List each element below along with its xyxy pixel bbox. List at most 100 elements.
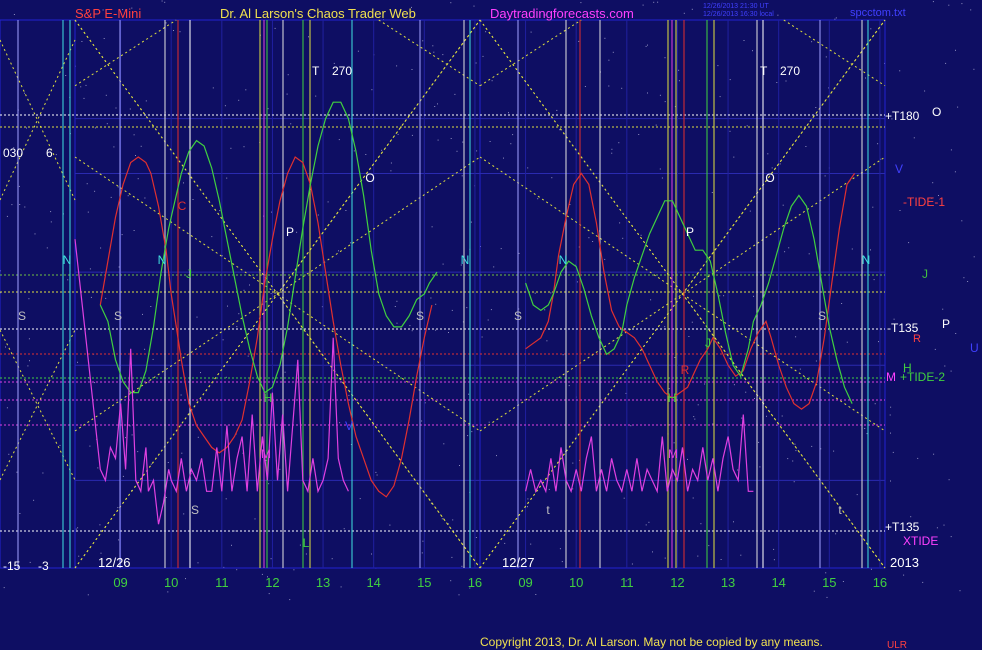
star: [6, 407, 8, 409]
star: [787, 458, 789, 460]
star: [889, 414, 891, 416]
star: [345, 210, 347, 211]
x-tick-label: 15: [822, 575, 836, 590]
star: [421, 420, 423, 422]
star: [115, 107, 117, 109]
star: [674, 357, 676, 358]
star: [481, 336, 483, 338]
star: [645, 524, 647, 526]
star: [80, 86, 82, 88]
star: [432, 45, 434, 47]
star: [773, 559, 775, 561]
date-label-1: 12/26: [98, 555, 131, 570]
star: [340, 586, 342, 588]
star: [527, 506, 528, 508]
star: [917, 457, 919, 459]
letter-marker: S: [818, 309, 826, 323]
star: [950, 536, 952, 538]
star: [152, 358, 154, 360]
star: [621, 87, 623, 89]
letter-marker: S: [18, 309, 26, 323]
star: [805, 146, 807, 147]
star: [448, 332, 449, 333]
star: [653, 1, 655, 3]
star: [261, 573, 263, 575]
star: [122, 475, 124, 477]
star: [815, 360, 817, 362]
left-label-6: 6: [46, 146, 53, 160]
star: [443, 443, 445, 445]
star: [100, 247, 102, 249]
star: [733, 384, 735, 386]
x-tick-label: 12: [265, 575, 279, 590]
star: [299, 544, 301, 546]
star: [711, 192, 713, 193]
star: [376, 474, 378, 476]
star: [496, 455, 497, 457]
star: [870, 568, 872, 570]
star: [691, 8, 693, 10]
label-r: R: [913, 333, 921, 345]
letter-marker: L: [303, 536, 310, 550]
star: [137, 178, 139, 180]
star: [500, 248, 502, 250]
star: [165, 22, 167, 24]
star: [664, 57, 666, 59]
star: [618, 142, 620, 144]
star: [77, 361, 78, 363]
star: [433, 51, 435, 53]
series-line-red: [525, 172, 856, 410]
star: [315, 95, 317, 97]
star: [167, 591, 169, 593]
x-tick-label: 09: [518, 575, 532, 590]
star: [678, 80, 680, 82]
star: [608, 85, 610, 87]
star: [957, 106, 959, 108]
diagonal-line: [74, 19, 177, 87]
star: [687, 458, 688, 460]
star: [181, 452, 183, 454]
label-m: M: [886, 370, 896, 384]
star: [642, 4, 644, 6]
star: [454, 93, 456, 95]
star: [638, 134, 640, 135]
star: [137, 451, 139, 453]
star: [456, 150, 458, 152]
star: [719, 96, 721, 98]
star: [530, 31, 532, 33]
star: [430, 297, 432, 299]
star: [89, 268, 91, 270]
star: [530, 543, 532, 545]
letter-marker: N: [862, 253, 871, 267]
site-title: Dr. Al Larson's Chaos Trader Web: [220, 6, 416, 21]
star: [381, 149, 383, 151]
star: [274, 27, 276, 29]
star: [908, 242, 910, 244]
star: [784, 251, 786, 253]
star: [475, 537, 477, 538]
star: [959, 590, 961, 592]
star: [630, 425, 632, 427]
star: [631, 563, 633, 565]
star: [694, 418, 696, 420]
star: [118, 539, 120, 541]
year-label: 2013: [890, 555, 919, 570]
star: [961, 3, 963, 5]
star: [421, 552, 423, 554]
star: [227, 305, 228, 307]
letter-marker: P: [686, 225, 694, 239]
star: [144, 197, 146, 199]
star: [752, 50, 753, 52]
star: [411, 330, 413, 332]
star: [471, 431, 473, 433]
letter-marker: H: [668, 391, 677, 405]
star: [371, 553, 372, 555]
star: [893, 318, 895, 320]
letter-marker: N: [63, 253, 72, 267]
star: [390, 170, 392, 172]
star: [131, 434, 133, 436]
star: [950, 370, 952, 372]
star: [973, 256, 975, 258]
star: [100, 552, 102, 554]
star: [922, 581, 924, 583]
